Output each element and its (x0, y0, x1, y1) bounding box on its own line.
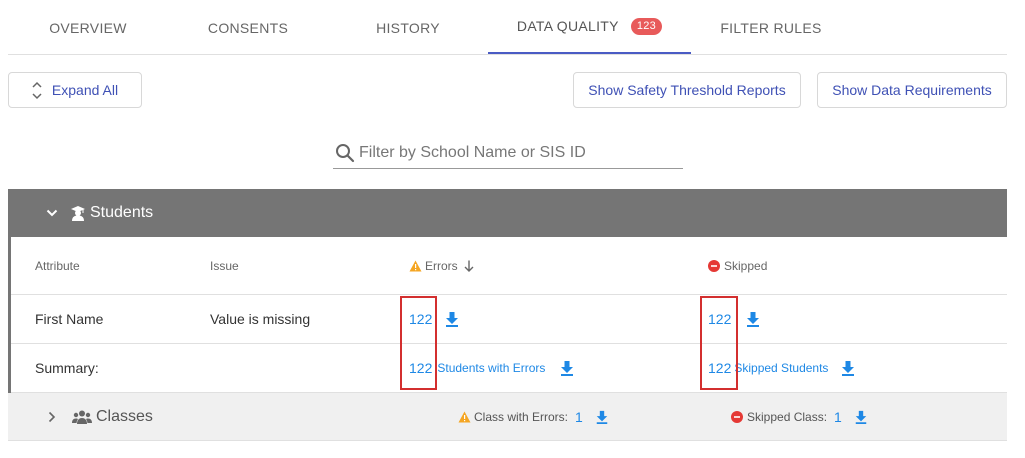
class-errors-summary: Class with Errors: 1 (458, 393, 609, 440)
column-header-errors[interactable]: Errors (409, 237, 474, 294)
skipped-class-label: Skipped Class: (747, 409, 828, 424)
students-with-errors-link[interactable]: Students with Errors (437, 361, 545, 375)
errors-cell: 122 (409, 295, 460, 343)
table-row: First Name Value is missing 122 122 (11, 295, 1007, 344)
search-icon (333, 143, 359, 163)
skipped-students-link[interactable]: Skipped Students (734, 361, 828, 375)
issue-count-badge: 123 (630, 17, 663, 35)
search-bar (333, 138, 683, 169)
summary-skipped-count-link[interactable]: 122 (708, 360, 731, 376)
skipped-cell: 122 (708, 295, 761, 343)
tab-filter-rules[interactable]: FILTER RULES (691, 0, 851, 55)
sort-arrow-down-icon[interactable] (464, 260, 474, 272)
unfold-icon (32, 81, 42, 100)
tab-label: CONSENTS (207, 19, 289, 36)
column-header-issue: Issue (210, 237, 239, 294)
errors-count-link[interactable]: 122 (409, 311, 432, 327)
skipped-class-count-link[interactable]: 1 (834, 409, 842, 425)
skipped-count-link[interactable]: 122 (708, 311, 731, 327)
warning-icon (458, 411, 471, 423)
student-icon (70, 205, 86, 221)
expand-all-label: Expand All (51, 82, 119, 98)
show-data-requirements-button[interactable]: Show Data Requirements (817, 72, 1007, 108)
classes-title-group: Classes (72, 393, 153, 440)
chevron-down-icon[interactable] (46, 209, 58, 217)
download-icon[interactable] (444, 311, 460, 327)
students-table: Attribute Issue Errors Skipped First Nam… (8, 237, 1007, 393)
tab-label: OVERVIEW (49, 19, 127, 36)
error-icon (731, 410, 743, 423)
expand-all-button[interactable]: Expand All (8, 72, 142, 108)
skipped-class-summary: Skipped Class: 1 (731, 393, 868, 440)
tab-data-quality[interactable]: DATA QUALITY 123 (488, 0, 691, 54)
class-errors-label: Class with Errors: (474, 409, 569, 424)
safety-reports-label: Show Safety Threshold Reports (588, 82, 786, 98)
summary-errors-cell: 122 Students with Errors (409, 344, 575, 392)
group-icon (72, 410, 92, 424)
class-errors-count-link[interactable]: 1 (575, 409, 583, 425)
summary-label: Summary: (35, 360, 99, 376)
tab-overview[interactable]: OVERVIEW (8, 0, 168, 55)
classes-title: Classes (96, 407, 153, 425)
tab-label: HISTORY (376, 19, 440, 36)
issue-cell: Value is missing (210, 311, 311, 327)
error-icon (708, 259, 720, 272)
tab-consents[interactable]: CONSENTS (168, 0, 328, 55)
tab-label: DATA QUALITY (516, 18, 619, 34)
warning-icon (409, 260, 422, 272)
tab-history[interactable]: HISTORY (328, 0, 488, 55)
tab-bar: OVERVIEW CONSENTS HISTORY DATA QUALITY 1… (8, 0, 1007, 55)
download-icon[interactable] (840, 360, 856, 376)
summary-errors-count-link[interactable]: 122 (409, 360, 432, 376)
search-input[interactable] (359, 144, 679, 162)
download-icon[interactable] (854, 410, 868, 424)
column-header-label: Issue (210, 258, 239, 273)
download-icon[interactable] (559, 360, 575, 376)
column-header-skipped: Skipped (708, 237, 767, 294)
column-header-label: Errors (425, 258, 458, 273)
show-safety-threshold-reports-button[interactable]: Show Safety Threshold Reports (573, 72, 801, 108)
column-header-label: Attribute (35, 258, 80, 273)
summary-skipped-cell: 122 Skipped Students (708, 344, 856, 392)
classes-section-header[interactable]: Classes Class with Errors: 1 Skipped Cla… (8, 393, 1007, 441)
summary-row: Summary: 122 Students with Errors 122 Sk… (11, 344, 1007, 393)
table-header-row: Attribute Issue Errors Skipped (11, 237, 1007, 295)
column-header-label: Skipped (724, 258, 768, 273)
students-title: Students (90, 204, 154, 221)
download-icon[interactable] (595, 410, 609, 424)
chevron-right-icon[interactable] (48, 393, 56, 440)
data-requirements-label: Show Data Requirements (832, 82, 992, 98)
tab-label: FILTER RULES (720, 19, 822, 36)
students-section-header[interactable]: Students (8, 189, 1007, 237)
attribute-cell: First Name (35, 311, 104, 327)
download-icon[interactable] (745, 311, 761, 327)
column-header-attribute: Attribute (35, 237, 80, 294)
